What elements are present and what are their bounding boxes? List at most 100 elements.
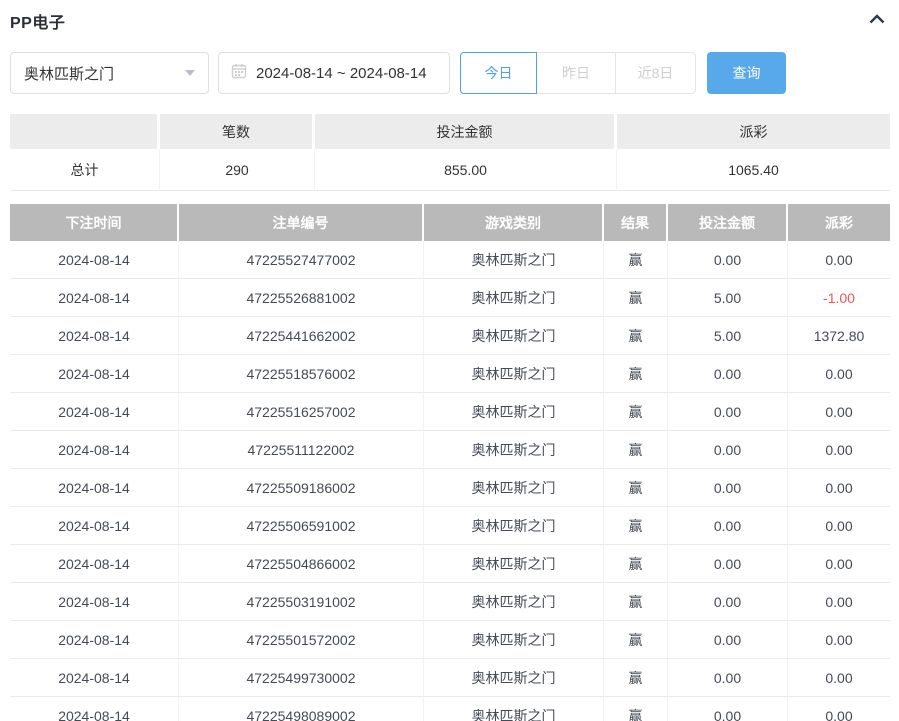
panel-header: PP电子: [0, 0, 899, 33]
detail-cell-bet-id: 47225498089002: [179, 697, 424, 721]
detail-cell-result: 赢: [604, 659, 668, 697]
table-row: 2024-08-1447225527477002奥林匹斯之门赢0.000.00: [10, 241, 890, 279]
page-title: PP电子: [10, 9, 65, 33]
detail-header-bet-amount: 投注金额: [668, 204, 788, 241]
summary-header-payout: 派彩: [617, 114, 890, 149]
detail-cell-game: 奥林匹斯之门: [424, 279, 604, 317]
date-range-value: 2024-08-14 ~ 2024-08-14: [256, 65, 427, 82]
detail-cell-game: 奥林匹斯之门: [424, 393, 604, 431]
detail-cell-bet-amount: 0.00: [668, 469, 788, 507]
filter-controls: 奥林匹斯之门 2024-08-14 ~ 2024-08-14 今日 昨日 近8日: [10, 52, 889, 94]
detail-cell-bet-amount: 0.00: [668, 583, 788, 621]
table-row: 2024-08-1447225503191002奥林匹斯之门赢0.000.00: [10, 583, 890, 621]
detail-cell-result: 赢: [604, 317, 668, 355]
detail-cell-bet-amount: 0.00: [668, 621, 788, 659]
detail-cell-time: 2024-08-14: [10, 317, 179, 355]
detail-cell-game: 奥林匹斯之门: [424, 241, 604, 279]
table-row: 2024-08-1447225511122002奥林匹斯之门赢0.000.00: [10, 431, 890, 469]
detail-cell-game: 奥林匹斯之门: [424, 431, 604, 469]
detail-cell-result: 赢: [604, 393, 668, 431]
detail-cell-bet-id: 47225518576002: [179, 355, 424, 393]
pp-electronic-panel: PP电子 奥林匹斯之门 2024-08-14 ~ 20: [0, 0, 899, 721]
filter-last8days-button[interactable]: 近8日: [616, 52, 696, 94]
detail-table-body: 2024-08-1447225527477002奥林匹斯之门赢0.000.002…: [10, 241, 890, 721]
filter-today-button[interactable]: 今日: [460, 52, 537, 94]
summary-header-count: 笔数: [160, 114, 315, 149]
summary-total-bet-amount: 855.00: [315, 149, 617, 191]
detail-cell-bet-id: 47225504866002: [179, 545, 424, 583]
detail-cell-payout: 0.00: [788, 545, 890, 583]
table-row: 2024-08-1447225526881002奥林匹斯之门赢5.00-1.00: [10, 279, 890, 317]
detail-cell-payout: 0.00: [788, 393, 890, 431]
detail-cell-time: 2024-08-14: [10, 393, 179, 431]
detail-cell-payout: 0.00: [788, 469, 890, 507]
summary-total-count: 290: [160, 149, 315, 191]
table-row: 2024-08-1447225509186002奥林匹斯之门赢0.000.00: [10, 469, 890, 507]
detail-cell-game: 奥林匹斯之门: [424, 545, 604, 583]
detail-cell-bet-amount: 0.00: [668, 659, 788, 697]
detail-cell-time: 2024-08-14: [10, 507, 179, 545]
detail-header-bet-id: 注单编号: [179, 204, 424, 241]
detail-cell-bet-id: 47225527477002: [179, 241, 424, 279]
summary-total-row: 总计 290 855.00 1065.40: [10, 149, 890, 191]
detail-cell-result: 赢: [604, 697, 668, 721]
summary-header-bet-amount: 投注金额: [315, 114, 617, 149]
detail-cell-bet-amount: 0.00: [668, 507, 788, 545]
collapse-panel-button[interactable]: [867, 10, 887, 29]
detail-cell-payout: 1372.80: [788, 317, 890, 355]
detail-cell-payout: 0.00: [788, 241, 890, 279]
detail-cell-bet-amount: 0.00: [668, 431, 788, 469]
detail-cell-bet-id: 47225511122002: [179, 431, 424, 469]
detail-cell-time: 2024-08-14: [10, 621, 179, 659]
detail-cell-result: 赢: [604, 507, 668, 545]
bet-records-table: 下注时间 注单编号 游戏类别 结果 投注金额 派彩 2024-08-144722…: [10, 204, 890, 721]
detail-cell-payout: 0.00: [788, 659, 890, 697]
quick-filter-group: 今日 昨日 近8日: [460, 52, 696, 94]
detail-cell-game: 奥林匹斯之门: [424, 583, 604, 621]
detail-cell-bet-id: 47225526881002: [179, 279, 424, 317]
detail-cell-time: 2024-08-14: [10, 659, 179, 697]
detail-cell-game: 奥林匹斯之门: [424, 355, 604, 393]
detail-cell-payout: 0.00: [788, 697, 890, 721]
detail-cell-result: 赢: [604, 583, 668, 621]
table-row: 2024-08-1447225498089002奥林匹斯之门赢0.000.00: [10, 697, 890, 721]
date-range-input[interactable]: 2024-08-14 ~ 2024-08-14: [218, 52, 450, 94]
game-select-value: 奥林匹斯之门: [24, 63, 114, 84]
calendar-icon: [231, 63, 247, 83]
detail-header-game: 游戏类别: [424, 204, 604, 241]
table-row: 2024-08-1447225516257002奥林匹斯之门赢0.000.00: [10, 393, 890, 431]
detail-cell-bet-id: 47225503191002: [179, 583, 424, 621]
query-button[interactable]: 查询: [707, 52, 786, 94]
detail-cell-time: 2024-08-14: [10, 469, 179, 507]
summary-table: 笔数 投注金额 派彩 总计 290 855.00 1065.40: [10, 114, 890, 191]
detail-cell-payout: 0.00: [788, 507, 890, 545]
detail-cell-bet-amount: 0.00: [668, 545, 788, 583]
detail-cell-result: 赢: [604, 545, 668, 583]
detail-cell-game: 奥林匹斯之门: [424, 659, 604, 697]
detail-cell-time: 2024-08-14: [10, 583, 179, 621]
detail-cell-bet-amount: 0.00: [668, 697, 788, 721]
detail-cell-result: 赢: [604, 355, 668, 393]
detail-cell-payout: -1.00: [788, 279, 890, 317]
detail-cell-bet-amount: 5.00: [668, 279, 788, 317]
table-row: 2024-08-1447225518576002奥林匹斯之门赢0.000.00: [10, 355, 890, 393]
filter-yesterday-button[interactable]: 昨日: [537, 52, 616, 94]
table-row: 2024-08-1447225499730002奥林匹斯之门赢0.000.00: [10, 659, 890, 697]
table-row: 2024-08-1447225506591002奥林匹斯之门赢0.000.00: [10, 507, 890, 545]
detail-header-result: 结果: [604, 204, 668, 241]
detail-cell-bet-id: 47225516257002: [179, 393, 424, 431]
detail-cell-time: 2024-08-14: [10, 697, 179, 721]
table-row: 2024-08-1447225441662002奥林匹斯之门赢5.001372.…: [10, 317, 890, 355]
detail-cell-bet-amount: 5.00: [668, 317, 788, 355]
summary-header-empty: [10, 114, 160, 149]
detail-cell-bet-amount: 0.00: [668, 393, 788, 431]
summary-header-row: 笔数 投注金额 派彩: [10, 114, 890, 149]
detail-cell-game: 奥林匹斯之门: [424, 507, 604, 545]
detail-cell-time: 2024-08-14: [10, 545, 179, 583]
detail-cell-time: 2024-08-14: [10, 355, 179, 393]
game-select[interactable]: 奥林匹斯之门: [10, 52, 209, 94]
detail-cell-bet-id: 47225501572002: [179, 621, 424, 659]
chevron-up-icon: [869, 12, 885, 27]
detail-cell-bet-id: 47225509186002: [179, 469, 424, 507]
detail-cell-bet-id: 47225499730002: [179, 659, 424, 697]
